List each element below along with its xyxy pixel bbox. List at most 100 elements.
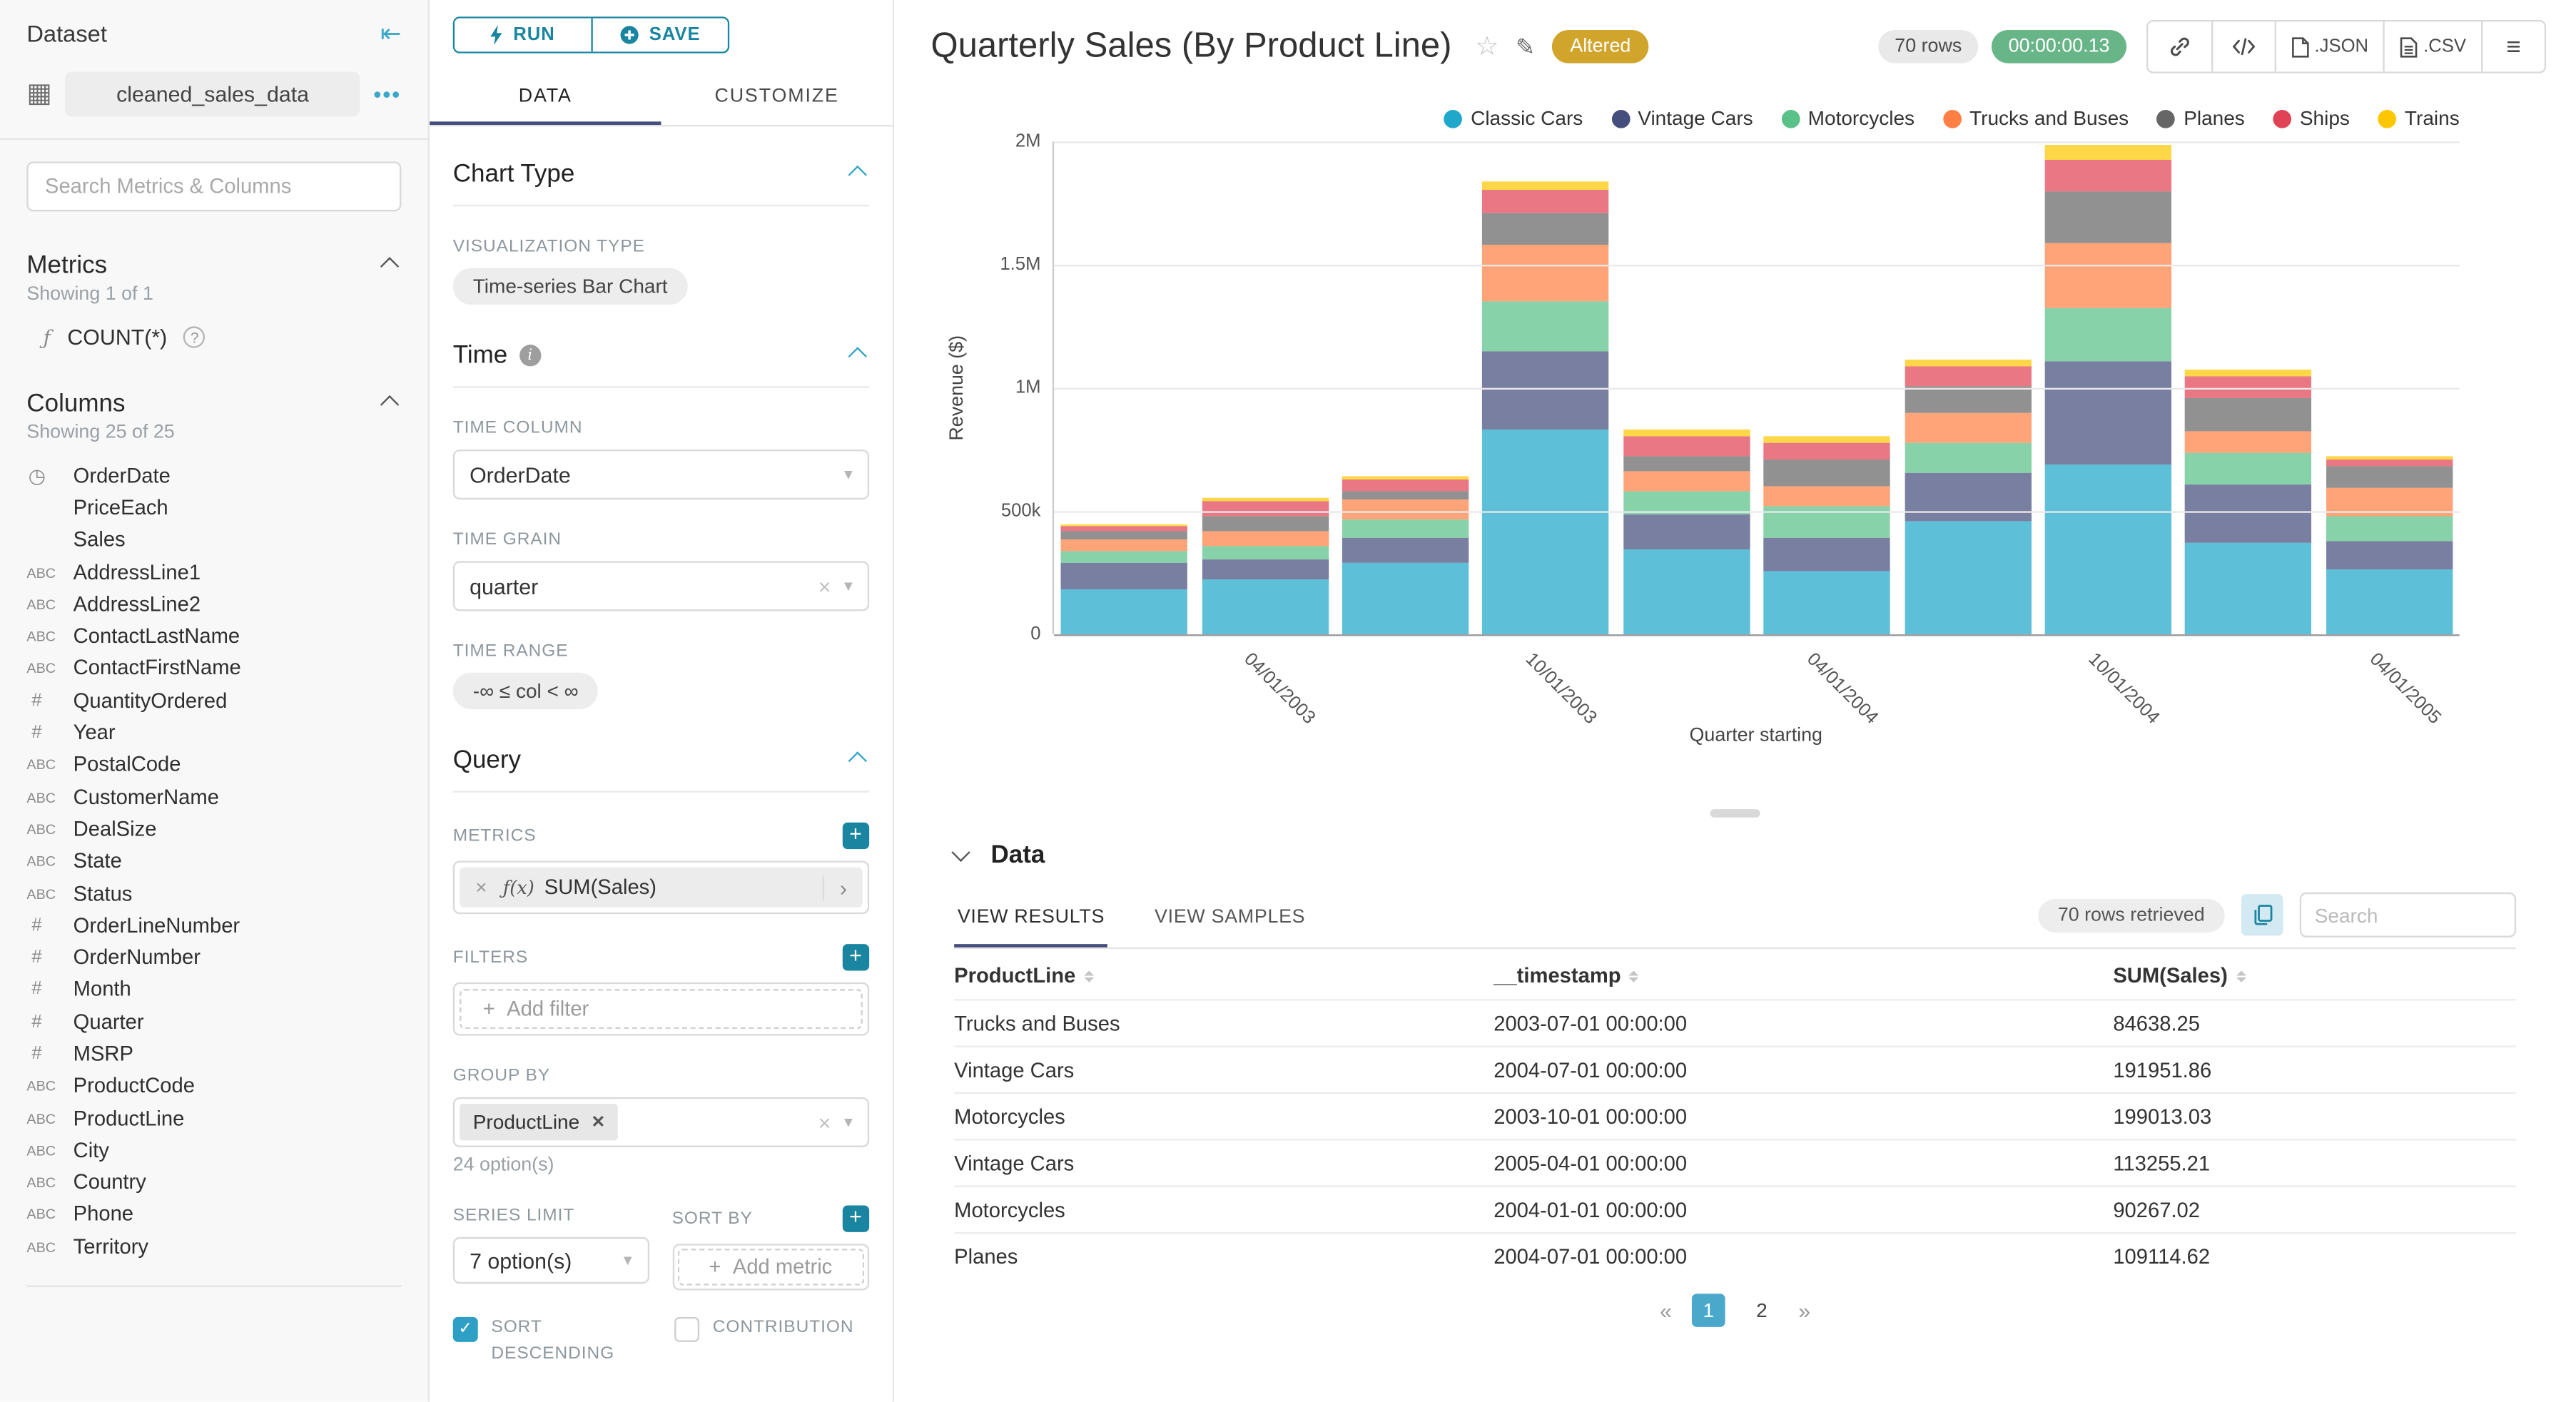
group-by-tag-productline[interactable]: ProductLine ✕ <box>460 1104 619 1141</box>
dataset-name[interactable]: cleaned_sales_data <box>65 71 360 116</box>
sort-icon[interactable] <box>1084 970 1094 981</box>
remove-tag-icon[interactable]: ✕ <box>592 1114 606 1132</box>
checkbox-unchecked-icon[interactable] <box>674 1318 699 1343</box>
column-item-phone[interactable]: ABCPhone <box>26 1199 401 1231</box>
table-search-input[interactable] <box>2300 893 2516 938</box>
help-icon[interactable]: ? <box>184 326 206 347</box>
data-panel-header[interactable]: Data <box>954 840 2516 869</box>
add-filter-dropzone[interactable]: + Add filter <box>460 990 863 1030</box>
table-cell: 109114.62 <box>2113 1233 2516 1279</box>
embed-code-button[interactable] <box>2211 21 2275 71</box>
chevron-right-icon[interactable]: › <box>823 875 863 900</box>
metrics-section-header[interactable]: Metrics <box>26 251 401 280</box>
sort-icon[interactable] <box>2236 970 2246 981</box>
chevron-up-icon[interactable] <box>848 347 867 365</box>
contribution-checkbox[interactable]: CONTRIBUTION <box>674 1316 849 1368</box>
time-column-select[interactable]: OrderDate ▾ <box>453 450 869 500</box>
save-button[interactable]: SAVE <box>590 19 728 53</box>
chevron-up-icon[interactable] <box>380 256 399 275</box>
column-item-country[interactable]: ABCCountry <box>26 1167 401 1199</box>
columns-section-header[interactable]: Columns <box>26 390 401 418</box>
add-filter-button[interactable]: + <box>843 945 869 971</box>
sort-descending-checkbox[interactable]: ✓ SORT DESCENDING <box>453 1316 628 1368</box>
series-limit-select[interactable]: 7 option(s) ▾ <box>453 1238 649 1284</box>
legend-item-trucks-and-buses[interactable]: Trucks and Buses <box>1943 106 2129 130</box>
column-header[interactable]: SUM(Sales) <box>2113 964 2246 987</box>
add-sort-metric-button[interactable]: + <box>843 1206 869 1232</box>
copy-data-button[interactable] <box>2241 894 2283 935</box>
info-icon[interactable]: i <box>519 345 541 367</box>
column-item-productcode[interactable]: ABCProductCode <box>26 1070 401 1102</box>
column-item-postalcode[interactable]: ABCPostalCode <box>26 748 401 781</box>
tab-customize[interactable]: CUSTOMIZE <box>661 74 892 126</box>
metric-chip-sum-sales[interactable]: × ƒ(x) SUM(Sales) › <box>460 868 863 908</box>
run-button[interactable]: RUN <box>455 19 590 53</box>
add-sort-metric-dropzone[interactable]: + Add metric <box>677 1249 865 1286</box>
time-grain-select[interactable]: quarter × ▾ <box>453 562 869 611</box>
column-item-ordernumber[interactable]: #OrderNumber <box>26 942 401 974</box>
pagination-page-1[interactable]: 1 <box>1692 1294 1725 1327</box>
add-metric-button[interactable]: + <box>843 823 869 850</box>
chevron-up-icon[interactable] <box>380 395 399 413</box>
column-item-orderlinenumber[interactable]: #OrderLineNumber <box>26 910 401 942</box>
menu-button[interactable]: ≡ <box>2481 21 2545 71</box>
search-metrics-columns-input[interactable] <box>26 161 401 211</box>
export-json-button[interactable]: .JSON <box>2274 21 2383 71</box>
column-item-city[interactable]: ABCCity <box>26 1134 401 1167</box>
pagination-next[interactable]: » <box>1798 1298 1810 1323</box>
column-item-customername[interactable]: ABCCustomerName <box>26 781 401 813</box>
column-item-addressline1[interactable]: ABCAddressLine1 <box>26 556 401 588</box>
checkbox-checked-icon[interactable]: ✓ <box>453 1318 478 1343</box>
tab-view-results[interactable]: VIEW RESULTS <box>954 894 1108 948</box>
column-item-contactlastname[interactable]: ABCContactLastName <box>26 620 401 652</box>
chevron-up-icon[interactable] <box>848 751 867 770</box>
legend-item-ships[interactable]: Ships <box>2273 106 2350 130</box>
clear-icon[interactable]: × <box>818 1110 831 1135</box>
column-item-productline[interactable]: ABCProductLine <box>26 1102 401 1134</box>
remove-metric-icon[interactable]: × <box>460 876 503 900</box>
legend-item-classic-cars[interactable]: Classic Cars <box>1444 106 1583 130</box>
dataset-more-menu-icon[interactable]: ••• <box>374 81 402 106</box>
chevron-down-icon[interactable] <box>951 842 970 860</box>
clear-icon[interactable]: × <box>818 574 831 599</box>
chart-title[interactable]: Quarterly Sales (By Product Line) <box>930 26 1451 66</box>
favorite-star-icon[interactable]: ☆ <box>1475 30 1499 64</box>
metric-item-count[interactable]: ƒ COUNT(*) ? <box>26 325 401 350</box>
column-item-priceeach[interactable]: PriceEach <box>26 492 401 524</box>
legend-item-motorcycles[interactable]: Motorcycles <box>1781 106 1915 130</box>
sort-icon[interactable] <box>1629 970 1639 981</box>
column-item-year[interactable]: #Year <box>26 716 401 748</box>
export-csv-button[interactable]: .CSV <box>2383 21 2481 71</box>
column-item-contactfirstname[interactable]: ABCContactFirstName <box>26 652 401 684</box>
column-item-orderdate[interactable]: ◷OrderDate <box>26 459 401 492</box>
column-item-dealsize[interactable]: ABCDealSize <box>26 813 401 845</box>
altered-badge[interactable]: Altered <box>1552 30 1649 64</box>
tab-data[interactable]: DATA <box>430 74 661 126</box>
group-by-select[interactable]: ProductLine ✕ × ▾ <box>453 1098 869 1148</box>
legend-item-vintage-cars[interactable]: Vintage Cars <box>1611 106 1753 130</box>
tab-view-samples[interactable]: VIEW SAMPLES <box>1151 894 1309 948</box>
collapse-dataset-panel-icon[interactable]: ⇤ <box>380 21 401 46</box>
column-item-state[interactable]: ABCState <box>26 845 401 877</box>
pagination-page-2[interactable]: 2 <box>1745 1294 1779 1327</box>
edit-title-icon[interactable]: ✎ <box>1516 33 1535 61</box>
column-item-msrp[interactable]: #MSRP <box>26 1038 401 1070</box>
column-item-month[interactable]: #Month <box>26 974 401 1006</box>
column-header[interactable]: ProductLine <box>954 964 1094 987</box>
column-item-status[interactable]: ABCStatus <box>26 877 401 909</box>
column-item-territory[interactable]: ABCTerritory <box>26 1231 401 1263</box>
time-range-value[interactable]: -∞ ≤ col < ∞ <box>453 674 599 710</box>
column-item-quarter[interactable]: #Quarter <box>26 1006 401 1038</box>
copy-link-button[interactable] <box>2148 21 2211 71</box>
pagination-prev[interactable]: « <box>1660 1298 1672 1323</box>
text-abc-icon: ABC <box>26 1077 73 1094</box>
visualization-type-value[interactable]: Time-series Bar Chart <box>453 269 688 305</box>
column-item-addressline2[interactable]: ABCAddressLine2 <box>26 588 401 620</box>
column-item-sales[interactable]: Sales <box>26 524 401 556</box>
column-header[interactable]: __timestamp <box>1494 964 1639 987</box>
legend-item-trains[interactable]: Trains <box>2378 106 2460 130</box>
resize-drag-handle[interactable] <box>1710 809 1760 818</box>
column-item-quantityordered[interactable]: #QuantityOrdered <box>26 684 401 716</box>
legend-item-planes[interactable]: Planes <box>2157 106 2245 130</box>
chevron-up-icon[interactable] <box>848 166 867 184</box>
